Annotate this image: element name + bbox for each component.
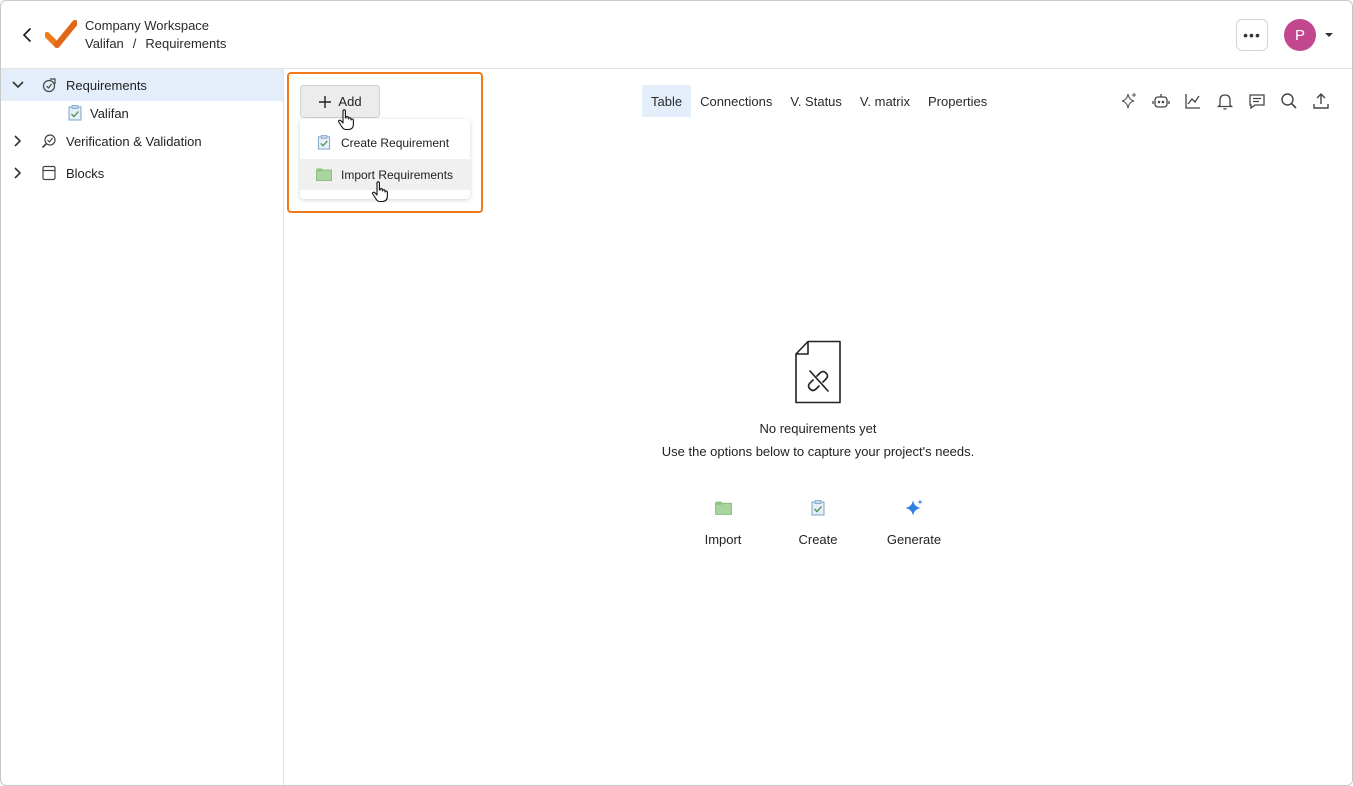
chevron-right-icon[interactable] bbox=[11, 166, 25, 180]
breadcrumb-separator: / bbox=[132, 36, 137, 51]
add-button-label: Add bbox=[338, 94, 362, 109]
create-action-button[interactable]: Create bbox=[778, 498, 858, 547]
tab-connections[interactable]: Connections bbox=[691, 85, 781, 117]
sidebar-item-blocks[interactable]: Blocks bbox=[1, 157, 283, 189]
sidebar-item-label: Verification & Validation bbox=[66, 133, 202, 149]
action-label: Generate bbox=[886, 532, 942, 547]
plus-icon bbox=[319, 95, 332, 108]
hand-cursor-icon bbox=[338, 109, 354, 131]
robot-icon[interactable] bbox=[1149, 89, 1173, 113]
top-header: Company Workspace Valifan / Requirements… bbox=[1, 1, 1352, 69]
checkmark-logo bbox=[45, 20, 77, 48]
chart-icon[interactable] bbox=[1181, 89, 1205, 113]
bell-icon[interactable] bbox=[1213, 89, 1237, 113]
sidebar-item-verification[interactable]: Verification & Validation bbox=[1, 125, 283, 157]
requirement-doc-icon bbox=[778, 498, 858, 518]
chevron-down-icon[interactable] bbox=[11, 78, 25, 92]
broken-link-document-icon bbox=[795, 340, 841, 404]
empty-state-title: No requirements yet bbox=[759, 421, 877, 436]
view-tabs: Table Connections V. Status V. matrix Pr… bbox=[642, 85, 996, 117]
breadcrumb-page[interactable]: Requirements bbox=[145, 36, 226, 51]
avatar[interactable]: P bbox=[1284, 19, 1316, 51]
back-button[interactable] bbox=[15, 23, 39, 47]
requirement-doc-icon bbox=[67, 105, 83, 121]
action-label: Import bbox=[704, 532, 742, 547]
verification-icon bbox=[41, 133, 57, 149]
menu-item-create-requirement[interactable]: Create Requirement bbox=[300, 127, 470, 158]
sparkle-icon[interactable] bbox=[1117, 89, 1141, 113]
requirement-doc-icon bbox=[316, 135, 332, 150]
sidebar-item-label: Blocks bbox=[66, 165, 105, 181]
menu-item-label: Create Requirement bbox=[341, 135, 450, 150]
empty-state-subtitle: Use the options below to capture your pr… bbox=[661, 444, 975, 459]
upload-icon[interactable] bbox=[1309, 89, 1333, 113]
search-icon[interactable] bbox=[1277, 89, 1301, 113]
breadcrumb: Valifan / Requirements bbox=[85, 36, 226, 51]
sidebar-item-label: Valifan bbox=[90, 105, 129, 121]
sparkle-icon bbox=[874, 498, 954, 518]
app-window: Company Workspace Valifan / Requirements… bbox=[0, 0, 1353, 786]
chevron-right-icon[interactable] bbox=[11, 134, 25, 148]
workspace-name[interactable]: Company Workspace bbox=[85, 18, 209, 33]
comment-icon[interactable] bbox=[1245, 89, 1269, 113]
requirements-icon bbox=[41, 77, 57, 93]
breadcrumb-project[interactable]: Valifan bbox=[85, 36, 124, 51]
tab-v-status[interactable]: V. Status bbox=[781, 85, 851, 117]
hand-cursor-icon bbox=[372, 181, 388, 203]
sidebar-item-label: Requirements bbox=[66, 77, 147, 93]
action-label: Create bbox=[798, 532, 838, 547]
tab-v-matrix[interactable]: V. matrix bbox=[851, 85, 919, 117]
import-icon bbox=[683, 498, 763, 518]
block-icon bbox=[41, 165, 57, 181]
more-options-button[interactable]: ••• bbox=[1236, 19, 1268, 51]
import-action-button[interactable]: Import bbox=[683, 498, 763, 547]
import-icon bbox=[316, 168, 332, 182]
toolbar-icons bbox=[1117, 89, 1333, 113]
caret-down-icon[interactable] bbox=[1323, 28, 1335, 42]
tab-properties[interactable]: Properties bbox=[919, 85, 996, 117]
chevron-left-icon bbox=[23, 28, 31, 42]
tab-table[interactable]: Table bbox=[642, 85, 692, 117]
menu-item-label: Import Requirements bbox=[341, 167, 454, 182]
generate-action-button[interactable]: Generate bbox=[874, 498, 954, 547]
